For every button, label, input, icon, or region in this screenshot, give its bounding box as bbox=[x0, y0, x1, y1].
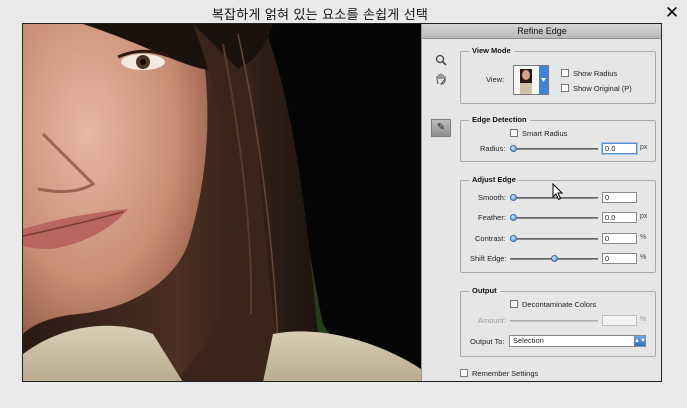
show-original-label: Show Original (P) bbox=[573, 84, 632, 93]
refine-edge-dialog: Refine Edge ✎ View Mode View: Show Radiu… bbox=[421, 24, 661, 381]
amount-unit: % bbox=[640, 316, 647, 323]
radius-input[interactable]: 0.0 bbox=[602, 143, 637, 154]
shift-edge-input[interactable]: 0 bbox=[602, 253, 637, 264]
mouse-cursor-icon bbox=[552, 183, 564, 201]
show-original-checkbox[interactable] bbox=[561, 84, 569, 92]
preview-image bbox=[23, 24, 421, 381]
smart-radius-checkbox[interactable] bbox=[510, 129, 518, 137]
slider-knob[interactable] bbox=[550, 255, 558, 262]
view-preview-icon bbox=[514, 66, 548, 94]
chevron-updown-icon: ▲▼ bbox=[634, 336, 646, 346]
slider-knob[interactable] bbox=[510, 194, 517, 201]
amount-slider[interactable] bbox=[510, 320, 598, 322]
zoom-tool[interactable] bbox=[434, 54, 448, 68]
output-to-select[interactable]: Selection ▲▼ bbox=[509, 335, 646, 347]
amount-label: Amount: bbox=[478, 316, 506, 325]
smooth-label: Smooth: bbox=[478, 193, 506, 202]
magnifier-icon bbox=[435, 54, 447, 66]
remember-settings-checkbox[interactable] bbox=[460, 369, 468, 377]
view-thumbnail-select[interactable] bbox=[513, 65, 549, 95]
output-to-label: Output To: bbox=[470, 337, 505, 346]
feather-slider[interactable] bbox=[510, 217, 598, 219]
feather-input[interactable]: 0.0 bbox=[602, 212, 637, 223]
output-legend: Output bbox=[469, 286, 500, 295]
hand-tool[interactable] bbox=[434, 72, 448, 86]
close-button[interactable]: ✕ bbox=[664, 5, 680, 22]
refine-radius-tool[interactable]: ✎ bbox=[431, 119, 451, 137]
remember-settings-label: Remember Settings bbox=[472, 369, 539, 378]
radius-slider[interactable] bbox=[510, 148, 598, 150]
slider-knob[interactable] bbox=[510, 214, 517, 221]
view-label: View: bbox=[486, 75, 505, 84]
smooth-input[interactable]: 0 bbox=[602, 192, 637, 203]
decontaminate-label: Decontaminate Colors bbox=[522, 300, 597, 309]
decontaminate-checkbox[interactable] bbox=[510, 300, 518, 308]
slider-knob[interactable] bbox=[510, 235, 517, 242]
shift-edge-unit: % bbox=[640, 254, 647, 261]
view-mode-legend: View Mode bbox=[469, 46, 514, 55]
page-title: 복잡하게 얽혀 있는 요소를 손쉽게 선택 bbox=[211, 8, 429, 23]
radius-unit: px bbox=[640, 144, 648, 151]
shift-edge-label: Shift Edge: bbox=[470, 254, 507, 263]
smart-radius-label: Smart Radius bbox=[522, 129, 568, 138]
hand-icon bbox=[436, 73, 446, 85]
contrast-unit: % bbox=[640, 234, 647, 241]
show-radius-checkbox[interactable] bbox=[561, 69, 569, 77]
contrast-slider[interactable] bbox=[510, 238, 598, 240]
edge-detection-legend: Edge Detection bbox=[469, 115, 530, 124]
radius-label: Radius: bbox=[480, 144, 506, 153]
feather-unit: px bbox=[640, 213, 648, 220]
edge-detection-group: Edge Detection bbox=[460, 115, 656, 162]
adjust-edge-legend: Adjust Edge bbox=[469, 175, 519, 184]
feather-label: Feather: bbox=[478, 213, 506, 222]
amount-input[interactable] bbox=[602, 315, 637, 326]
slider-knob[interactable] bbox=[510, 145, 517, 152]
contrast-input[interactable]: 0 bbox=[602, 233, 637, 244]
show-radius-label: Show Radius bbox=[573, 69, 618, 78]
contrast-label: Contrast: bbox=[475, 234, 506, 243]
app-window: Refine Edge ✎ View Mode View: Show Radiu… bbox=[22, 23, 662, 382]
refine-radius-brush-icon: ✎ bbox=[436, 122, 446, 133]
dialog-title: Refine Edge bbox=[422, 24, 661, 39]
output-to-value: Selection bbox=[513, 336, 544, 345]
